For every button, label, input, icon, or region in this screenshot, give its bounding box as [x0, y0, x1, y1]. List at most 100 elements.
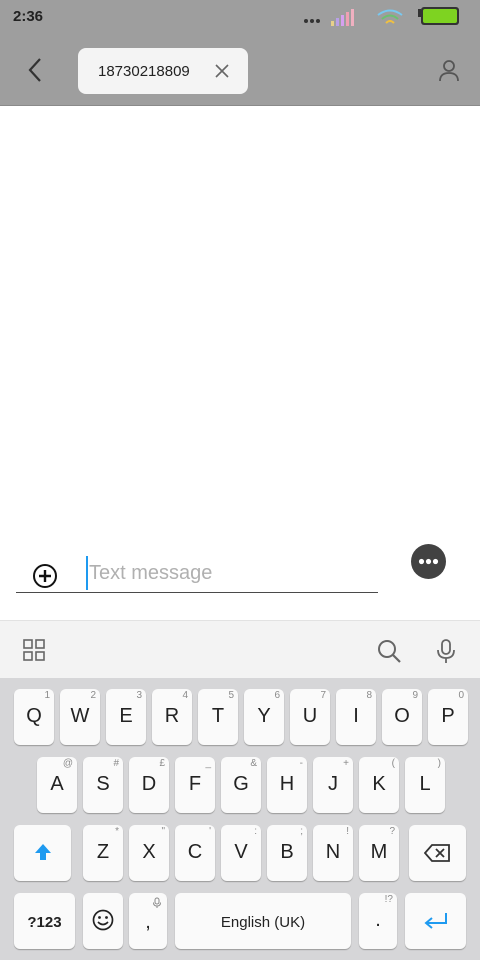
key-k[interactable]: (K	[359, 757, 399, 813]
shift-key[interactable]	[14, 825, 71, 881]
key-z[interactable]: * Z	[83, 825, 123, 881]
message-input[interactable]	[86, 556, 366, 590]
key-label: K	[372, 773, 386, 795]
recipient-number: 18730218809	[98, 63, 190, 80]
key-d[interactable]: £ D	[129, 757, 169, 813]
back-button[interactable]	[22, 56, 50, 84]
close-icon	[215, 64, 229, 78]
key-u[interactable]: 7U	[290, 689, 330, 745]
key-label: .	[375, 909, 381, 931]
key-label: T	[211, 705, 225, 727]
search-icon	[378, 640, 401, 663]
key-label: U	[302, 705, 318, 727]
symbols-key[interactable]: ?123	[14, 893, 75, 949]
key-label: ?123	[27, 914, 62, 931]
backspace-icon	[424, 844, 450, 862]
input-underline	[16, 592, 378, 593]
smiley-icon	[92, 909, 114, 931]
key-f[interactable]: _ F	[175, 757, 215, 813]
wifi-icon	[377, 9, 403, 24]
key-hint: !?	[384, 894, 393, 905]
key-hint: (	[391, 758, 395, 769]
backspace-key[interactable]	[409, 825, 466, 881]
key-label: M	[370, 841, 388, 863]
key-g[interactable]: & G	[221, 757, 261, 813]
key-label: Y	[257, 705, 271, 727]
key-q[interactable]: 1Q	[14, 689, 54, 745]
microphone-icon	[437, 639, 455, 663]
key-label: L	[419, 773, 431, 795]
key-hint: 7	[320, 690, 326, 701]
attach-button[interactable]	[32, 563, 58, 589]
key-s[interactable]: # S	[83, 757, 123, 813]
key-label: J	[328, 773, 338, 795]
key-label: Z	[96, 841, 110, 863]
key-hint: 4	[182, 690, 188, 701]
add-circle-icon	[33, 564, 57, 588]
key-label: Q	[26, 705, 42, 727]
key-h[interactable]: -H	[267, 757, 307, 813]
key-label: S	[96, 773, 110, 795]
key-t[interactable]: 5T	[198, 689, 238, 745]
key-hint: !	[346, 826, 349, 837]
comma-key[interactable]: ,	[129, 893, 167, 949]
key-o[interactable]: 9O	[382, 689, 422, 745]
emoji-key[interactable]	[83, 893, 123, 949]
voice-input-button[interactable]	[433, 638, 459, 664]
key-w[interactable]: 2W	[60, 689, 100, 745]
signal-icon	[331, 9, 354, 26]
key-m[interactable]: ? M	[359, 825, 399, 881]
more-options-button[interactable]	[411, 544, 446, 579]
key-hint: -	[299, 758, 303, 769]
enter-icon	[424, 913, 447, 929]
key-label: H	[279, 773, 295, 795]
key-hint: 2	[90, 690, 96, 701]
compose-bar	[0, 548, 480, 620]
key-hint: "	[161, 826, 165, 837]
conversation-area	[0, 107, 480, 537]
more-notifications-icon	[304, 19, 320, 23]
key-p[interactable]: 0P	[428, 689, 468, 745]
key-label: D	[141, 773, 157, 795]
key-hint: £	[159, 758, 165, 769]
app-bar: 18730218809	[0, 34, 480, 106]
keyboard-search-button[interactable]	[376, 638, 402, 664]
battery-icon	[418, 7, 459, 25]
key-r[interactable]: 4R	[152, 689, 192, 745]
key-a[interactable]: @ A	[37, 757, 77, 813]
key-label: F	[188, 773, 202, 795]
person-icon	[439, 60, 459, 82]
key-hint: ?	[389, 826, 395, 837]
key-label: V	[234, 841, 248, 863]
microphone-icon	[153, 897, 161, 908]
key-v[interactable]: :V	[221, 825, 261, 881]
key-hint: 5	[228, 690, 234, 701]
key-j[interactable]: + J	[313, 757, 353, 813]
recipient-chip[interactable]: 18730218809	[78, 48, 248, 94]
key-e[interactable]: 3E	[106, 689, 146, 745]
key-hint: 0	[458, 690, 464, 701]
key-b[interactable]: ; B	[267, 825, 307, 881]
space-key[interactable]: English (UK)	[175, 893, 351, 949]
key-l[interactable]: ) L	[405, 757, 445, 813]
apps-grid-button[interactable]	[22, 638, 48, 664]
contact-button[interactable]	[438, 59, 460, 83]
shift-arrow-icon	[35, 844, 51, 860]
key-hint: )	[437, 758, 441, 769]
key-label: O	[394, 705, 410, 727]
key-label: X	[142, 841, 156, 863]
back-arrow-icon	[28, 58, 41, 82]
key-y[interactable]: 6Y	[244, 689, 284, 745]
period-key[interactable]: !?.	[359, 893, 397, 949]
remove-recipient-button[interactable]	[214, 63, 230, 79]
key-x[interactable]: " X	[129, 825, 169, 881]
more-dots-icon	[418, 558, 439, 565]
key-c[interactable]: ' C	[175, 825, 215, 881]
key-hint: :	[254, 826, 257, 837]
status-bar: 2:36	[0, 0, 480, 34]
enter-key[interactable]	[405, 893, 466, 949]
key-i[interactable]: 8I	[336, 689, 376, 745]
key-label: C	[187, 841, 203, 863]
key-n[interactable]: ! N	[313, 825, 353, 881]
key-hint: '	[209, 826, 211, 837]
